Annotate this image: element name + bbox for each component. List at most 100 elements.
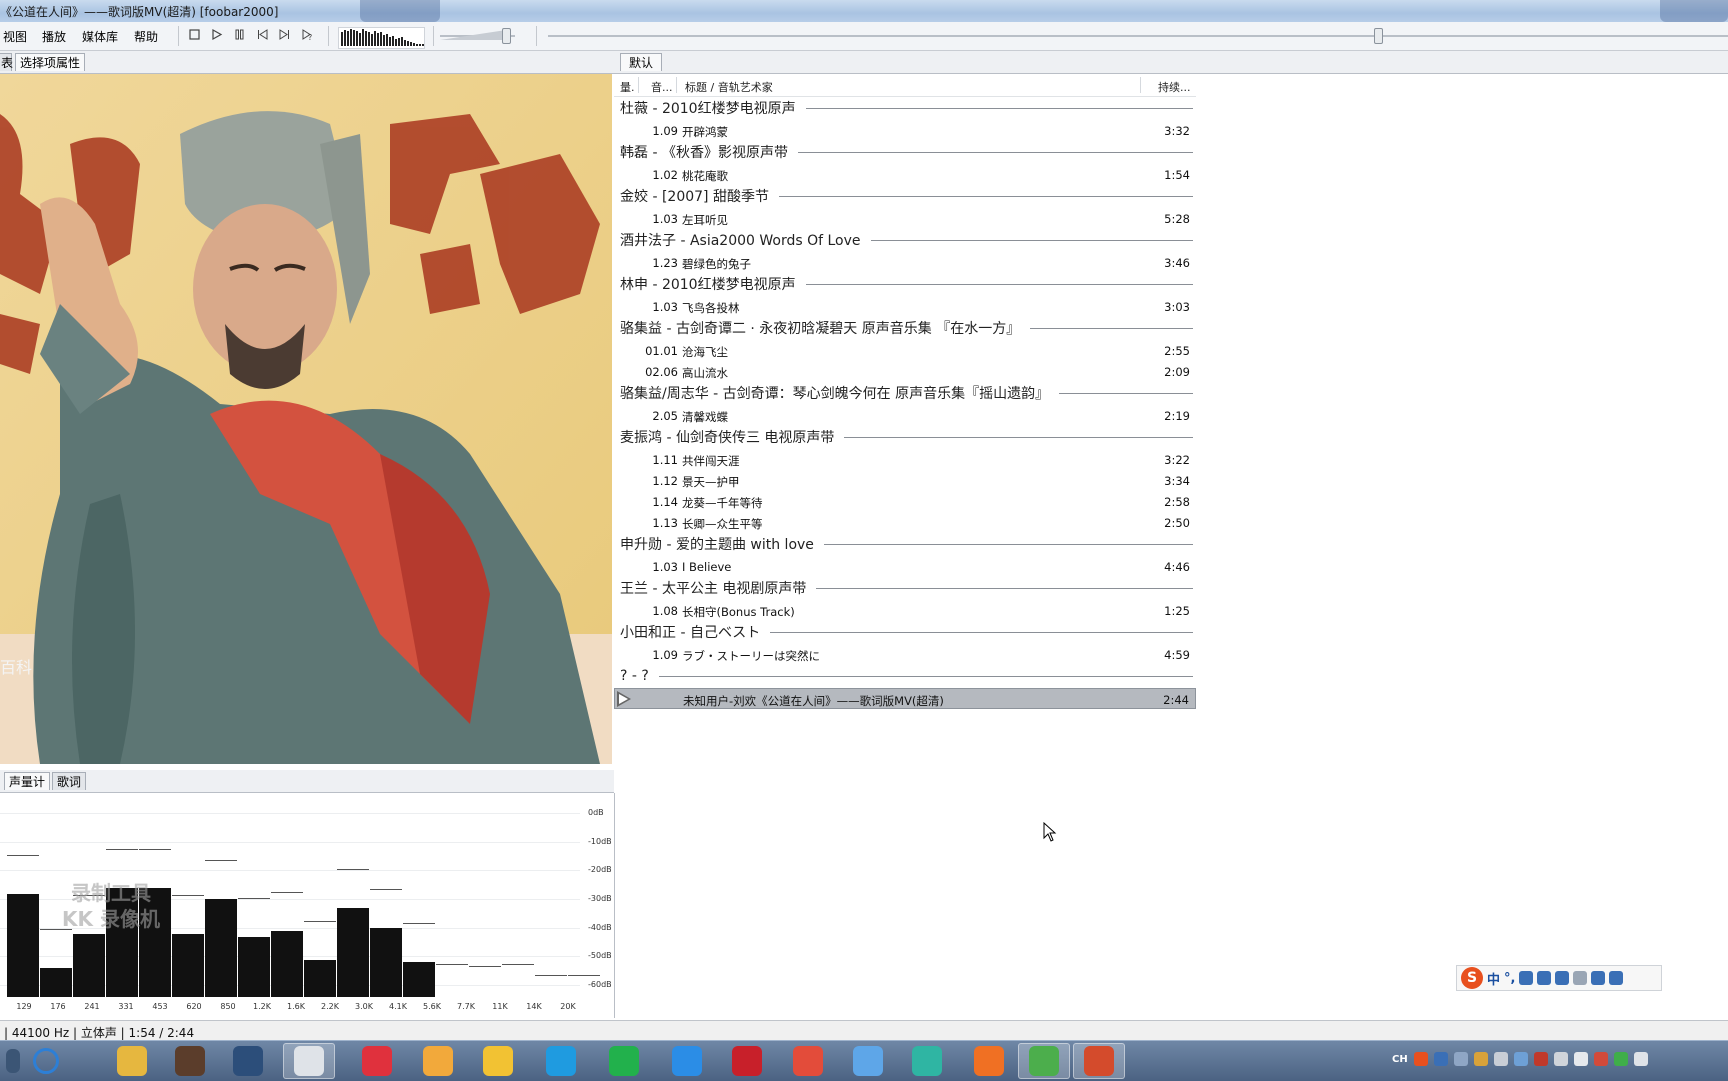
flash-tray-icon[interactable] [1533, 1052, 1548, 1066]
taskbar-potplayer-icon[interactable] [472, 1043, 524, 1079]
taskbar-file-explorer-icon[interactable] [106, 1043, 158, 1079]
column-header-title-artist[interactable]: 标题 / 音轨艺术家 [685, 79, 773, 95]
window-tray-icon[interactable] [1633, 1052, 1648, 1066]
taskbar-paper-plane-icon[interactable] [842, 1043, 894, 1079]
taskbar-headphones-icon[interactable] [222, 1043, 274, 1079]
title-bar[interactable]: 《公道在人间》——歌词版MV(超清) [foobar2000] [0, 0, 1728, 23]
playlist-track-row[interactable]: 1.11 共伴闯天涯 3:22 [614, 449, 1196, 470]
playlist-track-row[interactable]: 1.12 景天—护甲 3:34 [614, 470, 1196, 491]
play-icon[interactable] [209, 28, 224, 43]
seek-thumb[interactable] [1374, 28, 1383, 44]
playlist-track-row[interactable]: 1.09 ラブ・ストーリーは突然に 4:59 [614, 644, 1196, 665]
keyboard-icon[interactable] [1555, 971, 1570, 985]
titlebar-glass [360, 0, 440, 22]
taskbar-chrome-icon[interactable] [782, 1043, 834, 1079]
playlist-group-header[interactable]: 王兰 - 太平公主 电视剧原声带 [620, 577, 1196, 599]
menu-view[interactable]: 视图 [3, 28, 27, 45]
playlist-track-row[interactable]: 1.03 飞鸟各投林 3:03 [614, 296, 1196, 317]
taskbar-ninja-icon[interactable] [1073, 1043, 1125, 1079]
taskbar-netease-music-icon[interactable] [351, 1043, 403, 1079]
speaker-tray-icon[interactable] [1573, 1052, 1588, 1066]
taskbar-green-browser-icon[interactable] [1018, 1043, 1070, 1079]
playlist-group-header[interactable]: 骆集益 - 古剑奇谭二 · 永夜初晗凝碧天 原声音乐集 『在水一方』 [620, 317, 1196, 339]
taskbar-video-editor-icon[interactable] [164, 1043, 216, 1079]
tab-selection-properties[interactable]: 选择项属性 [15, 53, 86, 71]
playlist-track-row[interactable]: 1.03 I Believe 4:46 [614, 556, 1196, 577]
taskbar-firefox-icon[interactable] [963, 1043, 1015, 1079]
playlist-group-header[interactable]: 林申 - 2010红楼梦电视原声 [620, 273, 1196, 295]
help-tray-icon[interactable] [1433, 1052, 1448, 1066]
playlist-track-row[interactable]: 1.14 龙葵—千年等待 2:58 [614, 491, 1196, 512]
playlist-track-row[interactable]: 1.02 桃花庵歌 1:54 [614, 164, 1196, 185]
playlist-track-row[interactable]: 1.03 左耳听见 5:28 [614, 208, 1196, 229]
next-icon[interactable] [277, 28, 292, 43]
playlist-group-header[interactable]: 金姣 - [2007] 甜酸季节 [620, 185, 1196, 207]
sogou-logo-icon[interactable]: S [1461, 967, 1483, 989]
tab-lyrics[interactable]: 歌词 [52, 772, 87, 790]
column-header-duration[interactable]: 持续... [1158, 79, 1191, 95]
track-title: 飞鸟各投林 [682, 301, 740, 315]
spectrum-bar [304, 959, 336, 997]
volume-slider[interactable] [440, 28, 515, 44]
stop-icon[interactable] [187, 28, 202, 43]
taskbar-iqiyi-icon[interactable] [598, 1043, 650, 1079]
ime-mode[interactable]: 中 [1487, 969, 1500, 988]
playlist-track-row[interactable]: 1.09 开辟鸿蒙 3:32 [614, 120, 1196, 141]
playlist-group-header[interactable]: 杜薇 - 2010红楼梦电视原声 [620, 97, 1196, 119]
playlist-group-header[interactable]: 韩磊 - 《秋香》影视原声带 [620, 141, 1196, 163]
group-title: 骆集益 - 古剑奇谭二 · 永夜初晗凝碧天 原声音乐集 『在水一方』 [620, 321, 1021, 337]
emoji-icon[interactable] [1519, 971, 1534, 985]
microphone-icon[interactable] [1537, 971, 1552, 985]
db-label: -10dB [588, 836, 612, 846]
add-tray-icon[interactable] [1613, 1052, 1628, 1066]
user-icon[interactable] [1573, 971, 1588, 985]
pause-icon[interactable] [232, 28, 247, 43]
volume-thumb[interactable] [502, 28, 511, 44]
playlist-track-row[interactable]: 01.01 沧海飞尘 2:55 [614, 340, 1196, 361]
taskbar-youku-icon[interactable] [661, 1043, 713, 1079]
playlist-group-header[interactable]: 申升勋 - 爱的主题曲 with love [620, 533, 1196, 555]
playlist-group-header[interactable]: 麦振鸿 - 仙剑奇侠传三 电视原声带 [620, 426, 1196, 448]
menu-playback[interactable]: 播放 [42, 28, 66, 45]
video-frame[interactable]: 百科 [0, 74, 612, 764]
previous-icon[interactable] [255, 28, 270, 43]
playlist-track-row[interactable]: 2.05 清馨戏蝶 2:19 [614, 405, 1196, 426]
menu-help[interactable]: 帮助 [134, 28, 158, 45]
playlist-track-row[interactable]: 02.06 高山流水 2:09 [614, 361, 1196, 382]
playlist-group-header[interactable]: 酒井法子 - Asia2000 Words Of Love [620, 229, 1196, 251]
power-tray-icon[interactable] [1493, 1052, 1508, 1066]
tab-volume-meter[interactable]: 声量计 [4, 772, 51, 790]
playlist-group-header[interactable]: ? - ? [620, 665, 1196, 687]
taskbar-foobar-alien-icon[interactable] [283, 1043, 335, 1079]
taskbar-search-icon[interactable] [20, 1043, 72, 1079]
tab-default-playlist[interactable]: 默认 [620, 53, 663, 71]
ime-punctuation[interactable]: °, [1504, 971, 1515, 986]
tab-list[interactable]: 表 [0, 53, 13, 71]
playlist-group-header[interactable]: 骆集益/周志华 - 古剑奇谭：琴心剑魄今何在 原声音乐集『摇山遗韵』 [620, 382, 1196, 404]
taskbar-flash-icon[interactable] [721, 1043, 773, 1079]
network-tray-icon[interactable] [1453, 1052, 1468, 1066]
playlist-track-row[interactable]: 1.08 长相守(Bonus Track) 1:25 [614, 600, 1196, 621]
random-icon[interactable]: ? [300, 28, 315, 43]
taskbar-media-player-icon[interactable] [412, 1043, 464, 1079]
sogou-tray-icon[interactable] [1413, 1052, 1428, 1066]
security-tray-icon[interactable] [1473, 1052, 1488, 1066]
column-header-track[interactable]: 音... [651, 79, 673, 95]
seek-bar[interactable] [548, 28, 1728, 44]
playlist-tabs: 默认 [614, 51, 1728, 74]
menu-library[interactable]: 媒体库 [82, 28, 118, 45]
shield-tray-icon[interactable] [1513, 1052, 1528, 1066]
taskbar-play-store-icon[interactable] [901, 1043, 953, 1079]
playlist-track-row[interactable]: 1.23 碧绿色的兔子 3:46 [614, 252, 1196, 273]
column-header-index[interactable]: 量. [620, 79, 635, 95]
taskbar-number-one-icon[interactable] [535, 1043, 587, 1079]
skin-shirt-icon[interactable] [1591, 971, 1606, 985]
app-tray-icon[interactable] [1593, 1052, 1608, 1066]
playlist-track-row[interactable]: 1.13 长卿—众生平等 2:50 [614, 512, 1196, 533]
playlist-track-row[interactable]: 未知用户-刘欢《公道在人间》——歌词版MV(超清) 2:44 [614, 688, 1196, 709]
language-indicator[interactable]: CH [1392, 1054, 1408, 1065]
netease-music-icon [362, 1046, 392, 1076]
settings-tray-icon[interactable] [1553, 1052, 1568, 1066]
toolbox-icon[interactable] [1609, 971, 1624, 985]
playlist-group-header[interactable]: 小田和正 - 自己ベスト [620, 621, 1196, 643]
